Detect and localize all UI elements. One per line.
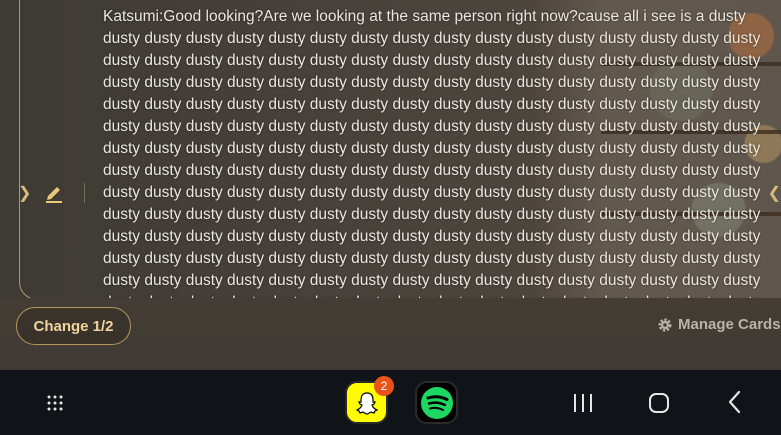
spotify-app-icon[interactable]: [415, 381, 458, 424]
notification-badge: 2: [374, 376, 394, 396]
gear-icon: [658, 318, 672, 331]
manage-cards-label: Manage Cards: [678, 316, 781, 333]
back-icon[interactable]: [726, 390, 744, 414]
recent-apps-icon[interactable]: [572, 392, 594, 414]
app-drawer-icon[interactable]: [46, 394, 64, 412]
change-button[interactable]: Change 1/2: [16, 307, 131, 345]
chevron-right-icon[interactable]: ❮: [768, 183, 781, 203]
message-text: Katsumi:Good looking?Are we looking at t…: [103, 8, 761, 298]
manage-cards-button[interactable]: Manage Cards: [657, 316, 781, 333]
home-icon[interactable]: [648, 392, 670, 414]
pencil-icon[interactable]: [45, 183, 63, 203]
ghost-icon: [355, 391, 378, 415]
divider: [84, 183, 85, 203]
spotify-logo-icon: [420, 386, 453, 419]
chat-screen: ❯ ❮ Katsumi:Good looking?Are we looking …: [0, 0, 781, 370]
chevron-left-icon[interactable]: ❯: [18, 183, 31, 203]
